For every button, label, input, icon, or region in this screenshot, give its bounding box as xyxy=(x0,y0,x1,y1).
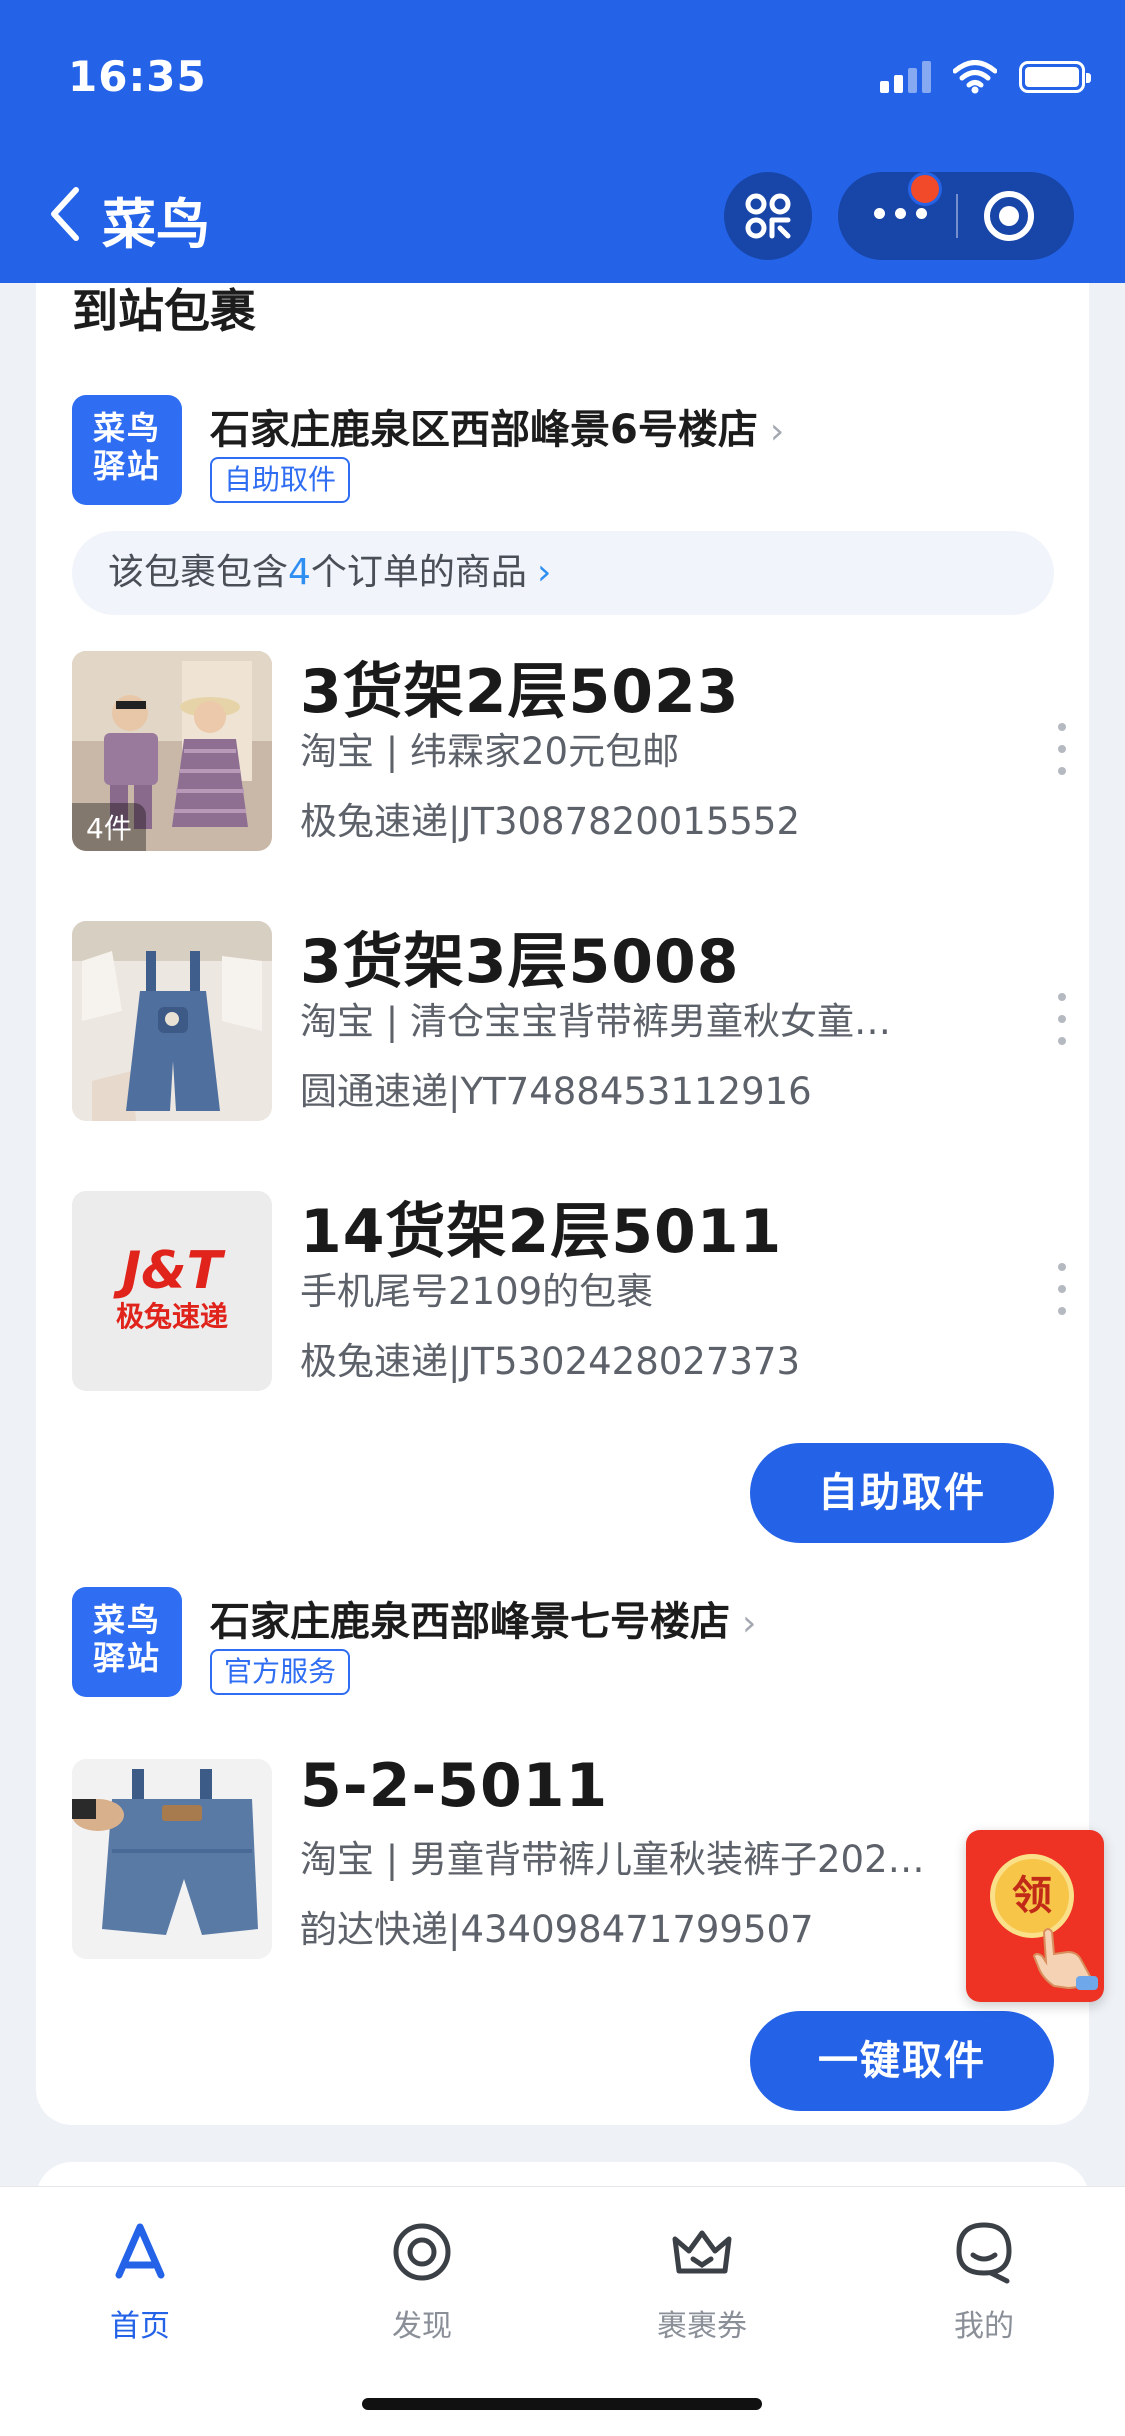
top-bar: 16:35 菜鸟 xyxy=(0,0,1125,283)
tab-home[interactable]: 首页 xyxy=(40,2217,240,2345)
carrier-tracking: 圆通速递|YT7488453112916 xyxy=(300,1070,812,1113)
more-vertical-icon[interactable] xyxy=(1056,723,1068,775)
profile-icon xyxy=(956,2222,1012,2284)
section-title: 到站包裹 xyxy=(72,284,256,338)
item-count-badge: 4件 xyxy=(72,803,146,851)
pickup-code: 3货架2层5023 xyxy=(300,657,740,727)
pickup-code: 14货架2层5011 xyxy=(300,1197,783,1267)
station-name-text: 石家庄鹿泉区西部峰景6号楼店 xyxy=(210,407,758,453)
tab-label: 首页 xyxy=(110,2309,170,2344)
coupon-icon xyxy=(672,2230,732,2274)
arrived-packages-card: 到站包裹 菜鸟驿站 石家庄鹿泉区西部峰景6号楼店 › 自助取件 该包裹包含4个订单… xyxy=(36,283,1089,2125)
scan-button[interactable] xyxy=(724,172,812,260)
station-name-text: 石家庄鹿泉西部峰景七号楼店 xyxy=(210,1599,730,1645)
station-tag: 自助取件 xyxy=(210,457,351,503)
battery-icon xyxy=(1019,61,1091,93)
tab-coupons[interactable]: 裹裹券 xyxy=(602,2217,802,2345)
home-icon xyxy=(115,2223,165,2279)
package-thumbnail xyxy=(72,921,272,1121)
chevron-left-icon[interactable] xyxy=(46,184,82,244)
one-click-pickup-button[interactable]: 一键取件 xyxy=(750,2011,1054,2111)
page-title: 菜鸟 xyxy=(102,193,210,256)
station-name[interactable]: 石家庄鹿泉区西部峰景6号楼店 › xyxy=(210,397,784,455)
denim-overalls-photo xyxy=(72,1759,272,1959)
tab-profile[interactable]: 我的 xyxy=(884,2217,1084,2345)
chevron-right-icon: › xyxy=(769,411,785,452)
package-item[interactable]: J&T 极兔速递 14货架2层5011 手机尾号2109的包裹 极兔速递|JT5… xyxy=(72,1191,1082,1391)
target-icon[interactable] xyxy=(984,191,1034,241)
discover-icon xyxy=(393,2223,451,2281)
carrier-tracking: 极兔速递|JT5302428027373 xyxy=(300,1340,801,1383)
tab-label: 发现 xyxy=(392,2309,452,2344)
package-description: 淘宝 | 纬霖家20元包邮 xyxy=(300,730,680,773)
jt-logo: J&T 极兔速递 xyxy=(72,1243,272,1335)
station-logo-text: 菜鸟驿站 xyxy=(92,1601,161,1677)
more-vertical-icon[interactable] xyxy=(1056,993,1068,1045)
cainiao-station-logo: 菜鸟驿站 xyxy=(72,1587,182,1697)
carrier-tracking: 极兔速递|JT3087820015552 xyxy=(300,800,801,843)
notice-count: 4 xyxy=(288,552,311,593)
red-envelope-float[interactable]: 领 xyxy=(966,1830,1104,2002)
scan-icon xyxy=(745,193,791,239)
chevron-right-icon: › xyxy=(742,1603,757,1644)
station-tag: 官方服务 xyxy=(210,1649,351,1695)
notice-suffix: 个订单的商品 xyxy=(310,552,527,593)
pickup-code: 3货架3层5008 xyxy=(300,927,740,997)
status-time: 16:35 xyxy=(68,52,207,101)
station-header[interactable]: 菜鸟驿站 石家庄鹿泉西部峰景七号楼店 › 官方服务 xyxy=(72,1587,1072,1697)
cainiao-station-logo: 菜鸟驿站 xyxy=(72,395,182,505)
package-item[interactable]: 3货架3层5008 淘宝 | 清仓宝宝背带裤男童秋女童… 圆通速递|YT7488… xyxy=(72,921,1082,1121)
order-notice[interactable]: 该包裹包含4个订单的商品 › xyxy=(72,531,1054,615)
station-header[interactable]: 菜鸟驿站 石家庄鹿泉区西部峰景6号楼店 › 自助取件 xyxy=(72,395,1072,505)
jt-logo-subtext: 极兔速递 xyxy=(115,1300,228,1333)
notice-prefix: 该包裹包含 xyxy=(108,552,289,593)
overalls-photo xyxy=(72,921,272,1121)
cellular-signal-icon xyxy=(880,61,931,93)
self-pickup-button[interactable]: 自助取件 xyxy=(750,1443,1054,1543)
package-item[interactable]: 4件 3货架2层5023 淘宝 | 纬霖家20元包邮 极兔速递|JT308782… xyxy=(72,651,1082,851)
package-description: 手机尾号2109的包裹 xyxy=(300,1270,654,1313)
hand-pointer-icon xyxy=(1032,1928,1098,1990)
carrier-tracking: 韵达快递|434098471799507 xyxy=(300,1908,814,1951)
carrier-logo-thumbnail: J&T 极兔速递 xyxy=(72,1191,272,1391)
station-name[interactable]: 石家庄鹿泉西部峰景七号楼店 › xyxy=(210,1589,756,1647)
more-icon[interactable] xyxy=(874,208,927,219)
home-indicator xyxy=(362,2398,762,2410)
capsule-divider xyxy=(956,194,958,238)
tab-label: 裹裹券 xyxy=(657,2309,747,2344)
tab-label: 我的 xyxy=(954,2309,1014,2344)
wifi-icon xyxy=(953,60,997,94)
tab-discover[interactable]: 发现 xyxy=(322,2217,522,2345)
package-description: 淘宝 | 清仓宝宝背带裤男童秋女童… xyxy=(300,1000,891,1043)
station-logo-text: 菜鸟驿站 xyxy=(92,409,161,485)
pickup-code: 5-2-5011 xyxy=(300,1751,609,1821)
jt-logo-brand: J&T xyxy=(121,1241,223,1301)
chevron-right-icon: › xyxy=(536,552,552,593)
mini-program-capsule xyxy=(838,172,1074,260)
package-item[interactable]: 5-2-5011 淘宝 | 男童背带裤儿童秋装裤子202… 韵达快递|43409… xyxy=(72,1751,1082,1959)
status-icons xyxy=(880,60,1091,94)
package-description: 淘宝 | 男童背带裤儿童秋装裤子202… xyxy=(300,1838,925,1881)
package-thumbnail: 4件 xyxy=(72,651,272,851)
notification-dot xyxy=(908,172,942,206)
more-vertical-icon[interactable] xyxy=(1056,1263,1068,1315)
package-thumbnail xyxy=(72,1759,272,1959)
